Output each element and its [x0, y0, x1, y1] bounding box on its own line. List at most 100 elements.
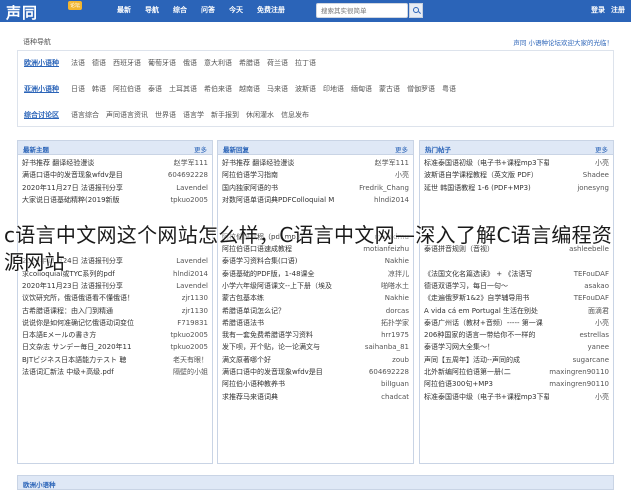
- nav-free-register[interactable]: 免费注册: [257, 5, 285, 15]
- nav-qa[interactable]: 问答: [201, 5, 215, 15]
- thread-row[interactable]: 发下呗，开个贴，论一论满文与 saihanba_81: [222, 341, 409, 353]
- thread-author[interactable]: sugarcane: [570, 354, 609, 366]
- thread-author[interactable]: bilIguan: [378, 378, 409, 390]
- thread-author[interactable]: 赵学军111: [372, 157, 409, 169]
- login-link[interactable]: 登录: [591, 5, 605, 15]
- thread-title-link[interactable]: 说说你是如何准确记忆俄语动词变位: [22, 317, 134, 329]
- thread-author[interactable]: TEFouDAF: [571, 292, 609, 304]
- thread-title-link[interactable]: 小学六年级阿语课文--上下册（埃及: [222, 280, 332, 292]
- thread-row[interactable]: BJTビジネス日本語能力テスト 聴 老天有眼！: [22, 354, 208, 366]
- thread-author[interactable]: tpkuo2005: [167, 341, 208, 353]
- category-head-asia[interactable]: 亚洲小语种: [24, 84, 59, 94]
- thread-title-link[interactable]: 满语口语中的发音现象wfdv是目: [22, 169, 123, 181]
- panel-more-link[interactable]: 更多: [595, 144, 608, 154]
- thread-author[interactable]: Lavendel: [173, 182, 208, 194]
- category-link[interactable]: 波斯语: [295, 84, 316, 94]
- thread-row[interactable]: [222, 206, 409, 218]
- thread-author[interactable]: dorcas: [383, 305, 409, 317]
- thread-row[interactable]: 日文杂志 サンデー毎日_2020年11 tpkuo2005: [22, 341, 208, 353]
- thread-title-link[interactable]: 泰语广州话（教材+音频）----- 第一课: [424, 317, 543, 329]
- thread-author[interactable]: maxingren90110: [546, 378, 609, 390]
- thread-row[interactable]: 2020年11月27日 法语报刊分享 Lavendel: [22, 182, 208, 194]
- thread-title-link[interactable]: 标准泰国语中级（电子书+课程mp3下载）: [424, 391, 549, 403]
- thread-author[interactable]: 小亮: [592, 391, 609, 403]
- thread-row[interactable]: A vida cá em Portugal 生活在别处 面滴君: [424, 305, 609, 317]
- thread-author[interactable]: [606, 206, 609, 218]
- thread-title-link[interactable]: 日文杂志 サンデー毎日_2020年11: [22, 341, 131, 353]
- nav-guide[interactable]: 导航: [145, 5, 159, 15]
- category-link[interactable]: 意大利语: [204, 58, 232, 68]
- thread-row[interactable]: 2020年11月23日 法语报刊分享 Lavendel: [22, 280, 208, 292]
- thread-title-link[interactable]: 阿拉伯语300句+MP3: [424, 378, 493, 390]
- thread-row[interactable]: 标准泰国语中级（电子书+课程mp3下载） 小亮: [424, 391, 609, 403]
- thread-author[interactable]: maxingren90110: [546, 366, 609, 378]
- thread-title-link[interactable]: 我有一套免费希腊语学习资料: [222, 329, 313, 341]
- category-link[interactable]: 语言学: [183, 110, 204, 120]
- category-link[interactable]: 希腊语: [239, 58, 260, 68]
- search-input[interactable]: [316, 3, 408, 18]
- thread-row[interactable]: 阿拉伯小语种教养书 bilIguan: [222, 378, 409, 390]
- thread-author[interactable]: [406, 206, 409, 218]
- category-link[interactable]: 缅甸语: [351, 84, 372, 94]
- thread-row[interactable]: 满文原著哪个好 zoub: [222, 354, 409, 366]
- thread-title-link[interactable]: 好书推荐 翻译经验漫谈: [222, 157, 294, 169]
- thread-author[interactable]: jonesyng: [574, 182, 609, 194]
- category-link[interactable]: 拉丁语: [295, 58, 316, 68]
- category-link[interactable]: 俄语: [183, 58, 197, 68]
- category-link[interactable]: 德语: [92, 58, 106, 68]
- category-link[interactable]: 新手报到: [211, 110, 239, 120]
- thread-title-link[interactable]: 大家说日语基础精粹(2019新版: [22, 194, 120, 206]
- thread-author[interactable]: estrellas: [576, 329, 609, 341]
- nav-latest[interactable]: 最新: [117, 5, 131, 15]
- category-link[interactable]: 语言综合: [71, 110, 99, 120]
- category-link[interactable]: 法语: [71, 58, 85, 68]
- thread-row[interactable]: 德语双语学习，每日一句～ asakao: [424, 280, 609, 292]
- thread-author[interactable]: Lavendel: [173, 280, 208, 292]
- thread-title-link[interactable]: 求推荐马来语词典: [222, 391, 278, 403]
- thread-title-link[interactable]: 法语词汇新法 中级+高级.pdf: [22, 366, 114, 378]
- category-link[interactable]: 土耳其语: [169, 84, 197, 94]
- thread-row[interactable]: 说说你是如何准确记忆俄语动词变位 F719831: [22, 317, 208, 329]
- thread-author[interactable]: tpkuo2005: [167, 329, 208, 341]
- thread-row[interactable]: [22, 206, 208, 218]
- thread-row[interactable]: [424, 194, 609, 206]
- thread-author[interactable]: [606, 194, 609, 206]
- thread-row[interactable]: 小学六年级阿语课文--上下册（埃及 啪嗒水土: [222, 280, 409, 292]
- category-link[interactable]: 僧伽罗语: [407, 84, 435, 94]
- thread-title-link[interactable]: BJTビジネス日本語能力テスト 聴: [22, 354, 126, 366]
- thread-author[interactable]: asakao: [581, 280, 609, 292]
- category-head-general[interactable]: 综合讨论区: [24, 110, 59, 120]
- thread-row[interactable]: 对数阿语单语词典PDFColloquial M hlndi2014: [222, 194, 409, 206]
- thread-row[interactable]: 好书推荐 翻译经验漫谈 赵学军111: [222, 157, 409, 169]
- thread-row[interactable]: 阿拉伯语300句+MP3 maxingren90110: [424, 378, 609, 390]
- thread-title-link[interactable]: A vida cá em Portugal 生活在别处: [424, 305, 538, 317]
- thread-title-link[interactable]: 标准泰国语初级（电子书+课程mp3下载）: [424, 157, 549, 169]
- thread-title-link[interactable]: 满语口语中的发音现象wfdv是目: [222, 366, 323, 378]
- thread-title-link[interactable]: 阿拉伯语学习指南: [222, 169, 278, 181]
- thread-title-link[interactable]: 北外新编阿拉伯语第一册(二: [424, 366, 511, 378]
- thread-row[interactable]: 日本語Eメールの書き方 tpkuo2005: [22, 329, 208, 341]
- thread-row[interactable]: 希腊语单词怎么记？ dorcas: [222, 305, 409, 317]
- category-link[interactable]: 阿拉伯语: [113, 84, 141, 94]
- thread-title-link[interactable]: 希腊语单词怎么记？: [222, 305, 285, 317]
- thread-row[interactable]: [424, 206, 609, 218]
- category-head-europe[interactable]: 欧洲小语种: [24, 58, 59, 68]
- thread-row[interactable]: 希腊语语法书 拓扑学家: [222, 317, 409, 329]
- thread-author[interactable]: saihanba_81: [362, 341, 409, 353]
- thread-author[interactable]: zoub: [389, 354, 409, 366]
- category-link[interactable]: 印地语: [323, 84, 344, 94]
- search-button[interactable]: [409, 3, 423, 18]
- thread-author[interactable]: 小亮: [592, 157, 609, 169]
- category-link[interactable]: 越南语: [239, 84, 260, 94]
- category-link[interactable]: 希伯来语: [204, 84, 232, 94]
- thread-row[interactable]: 《走遍俄罗斯1&2》自学辅导用书 TEFouDAF: [424, 292, 609, 304]
- thread-author[interactable]: hlndi2014: [371, 194, 409, 206]
- thread-title-link[interactable]: 206种国家的语言一带给你不一样的: [424, 329, 535, 341]
- thread-row[interactable]: 蒙古包基本练 Nakhie: [222, 292, 409, 304]
- thread-title-link[interactable]: 议饮研究所，俄语俄语看不懂俄语！: [22, 292, 134, 304]
- thread-row[interactable]: 法语词汇新法 中级+高级.pdf 隔壁的小姐: [22, 366, 208, 378]
- thread-author[interactable]: 赵学军111: [171, 157, 208, 169]
- thread-title-link[interactable]: 国内独家阿语的书: [222, 182, 278, 194]
- thread-row[interactable]: 北外新编阿拉伯语第一册(二 maxingren90110: [424, 366, 609, 378]
- thread-author[interactable]: yanee: [585, 341, 609, 353]
